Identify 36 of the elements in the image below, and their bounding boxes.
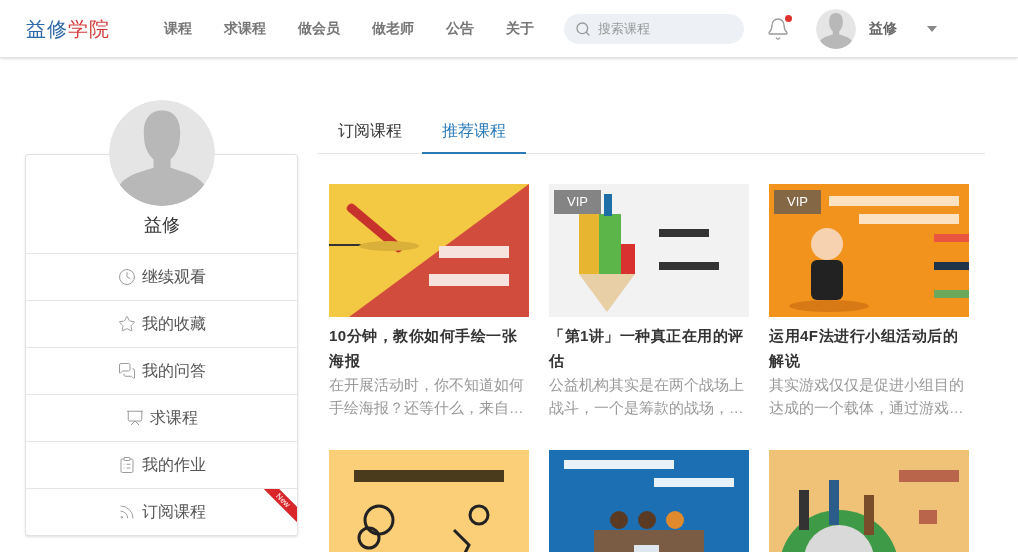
clipboard-icon <box>117 456 136 474</box>
nav-link[interactable]: 做老师 <box>372 18 414 39</box>
nav-link[interactable]: 课程 <box>164 18 192 39</box>
dropdown-caret-icon[interactable] <box>927 25 937 32</box>
course-title[interactable]: 运用4F法进行小组活动后的解说 <box>769 323 969 373</box>
course-description: 其实游戏仅仅是促进小组目的达成的一个载体，通过游戏… <box>769 376 965 418</box>
course-title[interactable]: 「第1讲」一种真正在用的评估 <box>549 323 749 373</box>
tab[interactable]: 推荐课程 <box>422 110 526 154</box>
sidebar-menu-item[interactable]: 我的问答 <box>117 359 206 383</box>
tab[interactable]: 订阅课程 <box>318 110 422 154</box>
course-title[interactable]: 10分钟，教你如何手绘一张海报 <box>329 323 529 373</box>
rss-icon <box>117 503 136 521</box>
sidebar-menu-item[interactable]: 我的作业 <box>117 453 206 477</box>
clock-icon <box>117 268 136 286</box>
profile-name: 益修 <box>143 214 180 237</box>
sidebar-menu-item[interactable]: 求课程 <box>125 406 198 430</box>
presentation-board-icon <box>125 409 144 427</box>
sidebar-menu-item[interactable]: 订阅课程 <box>117 500 206 524</box>
nav-link[interactable]: 公告 <box>446 18 474 39</box>
sidebar-menu-item[interactable]: 我的收藏 <box>117 312 206 336</box>
search-field[interactable]: 搜索课程 <box>564 13 744 44</box>
site-logo[interactable]: 益修学院 <box>26 13 136 44</box>
user-name[interactable]: 益修 <box>869 18 897 39</box>
user-avatar <box>816 8 856 49</box>
notification-bell-icon[interactable] <box>766 16 790 41</box>
course-description: 在开展活动时，你不知道如何手绘海报？还等什么，来自… <box>329 376 525 418</box>
vip-badge: VIP <box>774 190 821 214</box>
sidebar-menu-item[interactable]: 继续观看 <box>117 265 206 289</box>
search-icon <box>575 20 591 37</box>
star-icon <box>117 315 136 333</box>
chat-icon <box>117 362 136 380</box>
nav-link[interactable]: 求课程 <box>224 18 266 39</box>
nav-link[interactable]: 做会员 <box>298 18 340 39</box>
vip-badge: VIP <box>554 190 601 214</box>
course-description: 公益机构其实是在两个战场上战斗，一个是筹款的战场，… <box>549 376 745 418</box>
nav-link[interactable]: 关于 <box>506 18 534 39</box>
